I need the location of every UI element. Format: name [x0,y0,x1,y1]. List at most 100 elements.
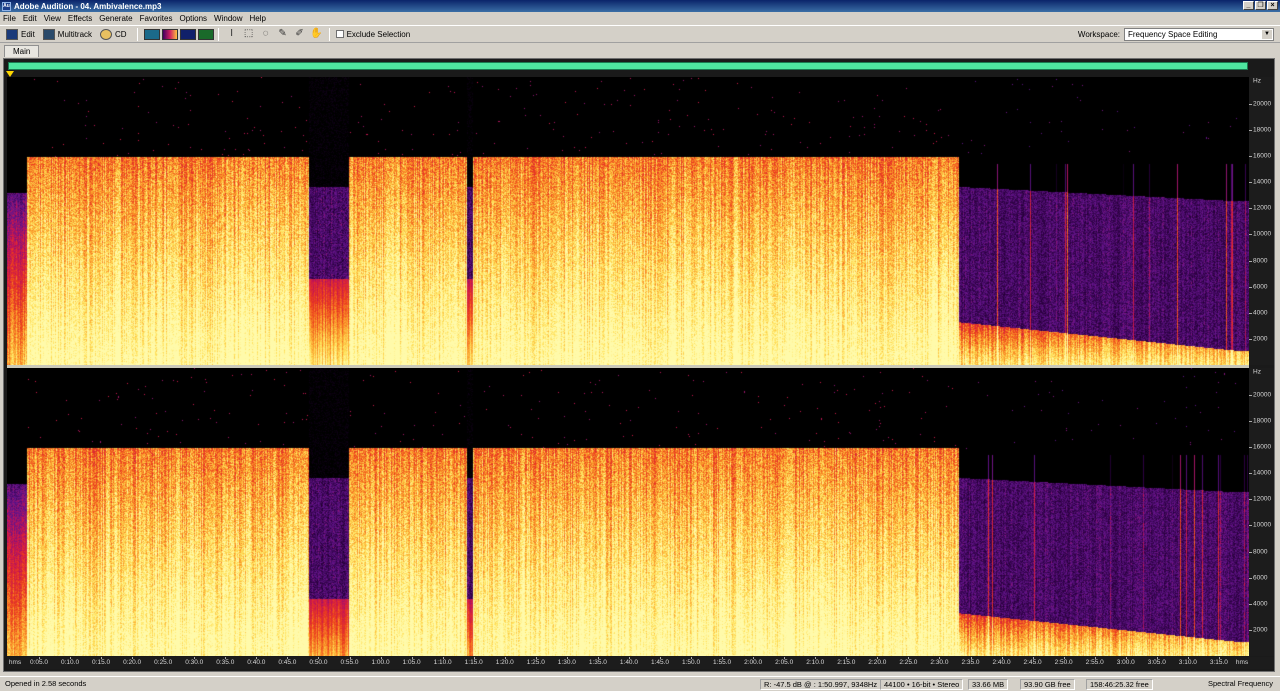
freq-tick-label: 4000 [1253,600,1268,608]
exclude-selection-checkbox[interactable] [335,30,344,38]
time-free: 158:46:25.32 free [1086,679,1153,690]
chevron-down-icon: ▼ [1262,30,1272,39]
multitrack-icon [42,28,55,40]
spectral-phase-display-icon[interactable] [197,28,214,40]
cd-view-button[interactable]: CD [100,28,127,40]
time-tick-label: 0:25.0 [154,659,173,666]
menu-effects[interactable]: Effects [68,14,92,23]
time-tick-label: 0:35.0 [216,659,235,666]
workspace-value: Frequency Space Editing [1128,30,1218,39]
restore-icon[interactable]: ❐ [1255,1,1266,10]
cd-icon [100,28,113,40]
freq-tick-label: 6000 [1253,574,1268,582]
menu-window[interactable]: Window [214,14,242,23]
time-tick-label: 2:40.0 [992,659,1011,666]
freq-tick [1249,103,1252,105]
time-tick-label: 1:00.0 [371,659,390,666]
multitrack-view-button[interactable]: Multitrack [42,28,93,40]
menu-bar: File Edit View Effects Generate Favorite… [0,12,1280,25]
menu-view[interactable]: View [44,14,61,23]
freq-tick [1249,420,1252,422]
spectral-pan-display-icon[interactable] [179,28,196,40]
freq-tick [1249,208,1252,210]
workspace-dropdown[interactable]: Frequency Space Editing ▼ [1124,28,1274,41]
freq-tick [1249,551,1252,553]
frequency-ruler-left[interactable]: Hz 20000 18000 16000 14000 12000 10000 8000 6000… [1249,77,1274,365]
freq-tick-label: 8000 [1253,548,1268,555]
time-tick-label: 0:40.0 [247,659,266,666]
freq-tick-label: 14000 [1253,178,1272,186]
freq-tick-label: 4000 [1253,309,1268,317]
time-tick-label: 0:55.0 [340,659,359,666]
time-tick-label: 0:05.0 [29,659,49,666]
freq-tick [1249,577,1252,579]
menu-generate[interactable]: Generate [99,14,132,23]
freq-tick [1249,473,1252,475]
title-bar: Au Adobe Audition - 04. Ambivalence.mp3 … [0,0,1280,12]
time-tick-label: 2:45.0 [1023,659,1042,666]
multitrack-view-label: Multitrack [57,29,93,39]
spectral-editor-panel: Hz 20000 18000 16000 14000 12000 10000 8000 6000… [3,58,1275,672]
freq-tick [1249,525,1252,527]
freq-tick-label: 12000 [1253,204,1272,212]
time-tick-label: 3:05.0 [1147,659,1166,666]
edit-view-button[interactable]: Edit [6,28,35,40]
toolbar: Edit Multitrack CD I ⬚ ◌ ✎ ✐ ✋ Exclude S… [0,25,1280,43]
lasso-selection-tool-icon[interactable]: ◌ [259,28,273,40]
menu-options[interactable]: Options [179,14,207,23]
marquee-selection-tool-icon[interactable]: ⬚ [242,28,256,40]
freq-tick [1249,338,1252,340]
time-tick-label: 2:05.0 [775,659,794,666]
workspace-selector: Workspace: Frequency Space Editing ▼ [1078,28,1274,41]
freq-tick [1249,234,1252,236]
time-tick-label: 0:15.0 [92,659,111,666]
minimize-icon[interactable]: _ [1243,1,1254,10]
freq-tick-label: 16000 [1253,152,1272,160]
time-selection-tool-icon[interactable]: I [225,28,239,40]
menu-file[interactable]: File [3,14,16,23]
tab-main[interactable]: Main [4,45,40,57]
effects-paintbrush-tool-icon[interactable]: ✎ [276,28,290,40]
hand-tool-icon[interactable]: ✋ [310,28,324,40]
sample-format: 44100 • 16-bit • Stereo [880,679,964,690]
time-tick-label: 0:45.0 [278,659,297,666]
freq-tick [1249,603,1252,605]
time-tick-label: 3:15.0 [1209,659,1228,666]
frequency-ruler-right[interactable]: Hz 20000 18000 16000 14000 12000 10000 8000 6000… [1249,368,1274,656]
waveform-display-icon[interactable] [143,28,160,40]
menu-favorites[interactable]: Favorites [140,14,173,23]
freq-tick-label: 14000 [1253,469,1272,477]
time-tick-label: 1:25.0 [526,659,545,666]
freq-tick [1249,447,1252,449]
right-channel-spectrogram[interactable] [7,368,1249,656]
cursor-readout: R: -47.5 dB @ : 1:50.997, 9348Hz [760,679,882,690]
freq-tick-label: 18000 [1253,417,1272,425]
time-tick-label: 2:50.0 [1054,659,1073,666]
menu-edit[interactable]: Edit [23,14,37,23]
time-tick-label: 0:50.0 [309,659,328,666]
status-bar: Opened in 2.58 seconds R: -47.5 dB @ : 1… [0,676,1280,691]
freq-tick [1249,286,1252,288]
left-channel-spectrogram[interactable] [7,77,1249,365]
menu-help[interactable]: Help [250,14,266,23]
freq-tick-label: 20000 [1253,391,1272,399]
freq-tick [1249,312,1252,314]
waveform-edit-icon [6,28,18,40]
toolbar-separator [328,27,330,41]
time-unit-label: hms [8,659,22,666]
time-tick-label: 1:05.0 [402,659,421,666]
time-ruler[interactable]: hms 0:05.0 0:10.0 0:15.0 0:20.0 0:25.0 0:30.0 0… [7,657,1274,669]
spot-healing-brush-tool-icon[interactable]: ✐ [293,28,307,40]
time-tick-label: 1:20.0 [495,659,514,666]
freq-tick-label: 12000 [1253,495,1272,503]
freq-tick [1249,129,1252,131]
time-tick-label: 0:20.0 [123,659,142,666]
window-title: Adobe Audition - 04. Ambivalence.mp3 [14,1,162,11]
zoom-overview-bar[interactable] [8,62,1248,70]
close-icon[interactable]: × [1267,1,1278,10]
freq-tick-label: 20000 [1253,100,1272,108]
freq-tick-label: 6000 [1253,283,1268,291]
spectral-frequency-display-icon[interactable] [161,28,178,40]
time-tick-label: 1:10.0 [433,659,452,666]
freq-tick [1249,260,1252,262]
